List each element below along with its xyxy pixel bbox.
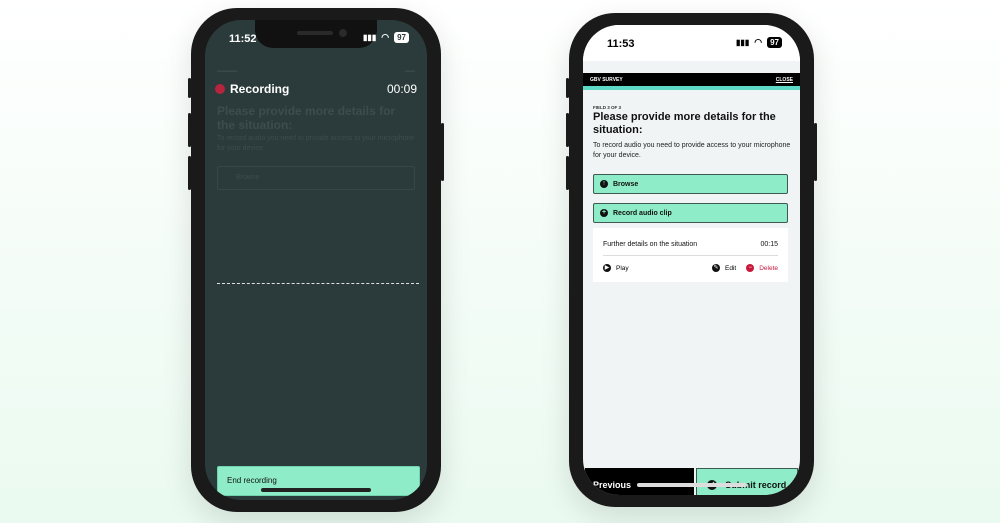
delete-icon: − bbox=[746, 264, 755, 272]
recording-header: Recording 00:09 bbox=[215, 82, 417, 96]
play-label: Play bbox=[616, 264, 629, 272]
mute-switch bbox=[188, 78, 191, 98]
battery-icon: 97 bbox=[394, 32, 409, 43]
bottom-nav: Previous ✓ Submit record bbox=[585, 468, 798, 495]
edit-button[interactable]: ✎ Edit bbox=[712, 264, 736, 272]
faded-browse-button: Browse bbox=[217, 166, 415, 190]
accent-bar bbox=[583, 86, 800, 90]
play-icon: ▶ bbox=[603, 264, 611, 272]
power-button bbox=[814, 123, 817, 181]
signal-icon: ▮▮▮ bbox=[363, 33, 377, 42]
browse-button[interactable]: ↑ Browse bbox=[593, 174, 788, 194]
waveform-line bbox=[217, 283, 419, 284]
browse-label: Browse bbox=[613, 180, 639, 188]
status-time: 11:53 bbox=[607, 38, 635, 50]
volume-down-button bbox=[566, 156, 569, 190]
volume-down-button bbox=[188, 156, 191, 190]
volume-up-button bbox=[566, 113, 569, 147]
question-body: To record audio you need to provide acce… bbox=[593, 142, 791, 159]
home-indicator bbox=[261, 488, 371, 492]
screen: 11:53 ▮▮▮ ◠ 97 GBV SURVEY CLOSE FIELD 3 … bbox=[583, 25, 800, 495]
phone-form: 11:53 ▮▮▮ ◠ 97 GBV SURVEY CLOSE FIELD 3 … bbox=[566, 13, 817, 507]
screen: 11:52 ▮▮▮ ◠ 97 ▬▬▬▬ ▬▬ Recording 00:09 Pl… bbox=[205, 20, 427, 500]
submit-record-button[interactable]: ✓ Submit record bbox=[695, 468, 798, 495]
battery-icon: 97 bbox=[767, 37, 782, 48]
clip-name: Further details on the situation bbox=[603, 241, 698, 248]
app-title: GBV SURVEY bbox=[590, 76, 623, 83]
upload-icon: ↑ bbox=[600, 180, 608, 188]
clip-duration: 00:15 bbox=[760, 241, 778, 248]
question-title: Please provide more details for the situ… bbox=[593, 111, 776, 136]
recording-title: Recording bbox=[230, 82, 290, 96]
edit-label: Edit bbox=[725, 264, 737, 272]
delete-label: Delete bbox=[759, 264, 778, 272]
previous-label: Previous bbox=[593, 479, 632, 490]
phone-recording: 11:52 ▮▮▮ ◠ 97 ▬▬▬▬ ▬▬ Recording 00:09 Pl… bbox=[188, 8, 444, 512]
divider bbox=[603, 255, 778, 256]
faded-app-bar: ▬▬▬▬ ▬▬ bbox=[217, 68, 415, 74]
record-dot-icon bbox=[215, 84, 225, 94]
home-indicator bbox=[636, 483, 747, 487]
delete-button[interactable]: − Delete bbox=[746, 264, 778, 272]
power-button bbox=[441, 123, 444, 181]
field-counter: FIELD 3 OF 3 bbox=[593, 105, 622, 110]
play-button[interactable]: ▶ Play bbox=[603, 264, 702, 272]
status-bar: 11:52 ▮▮▮ ◠ 97 bbox=[205, 20, 427, 54]
close-link[interactable]: CLOSE bbox=[776, 77, 793, 83]
mute-switch bbox=[566, 78, 569, 98]
edit-icon: ✎ bbox=[712, 264, 720, 272]
previous-button[interactable]: Previous bbox=[585, 468, 694, 495]
status-time: 11:52 bbox=[229, 33, 257, 45]
faded-body: To record audio you need to provide acce… bbox=[217, 135, 415, 152]
wifi-icon: ◠ bbox=[754, 37, 763, 47]
volume-up-button bbox=[188, 113, 191, 147]
recording-timer: 00:09 bbox=[386, 82, 417, 96]
faded-question: Please provide more details for the situ… bbox=[217, 104, 396, 132]
signal-icon: ▮▮▮ bbox=[736, 38, 750, 47]
record-audio-label: Record audio clip bbox=[613, 209, 672, 217]
record-audio-button[interactable]: + Record audio clip bbox=[593, 203, 788, 223]
wifi-icon: ◠ bbox=[381, 32, 390, 42]
plus-icon: + bbox=[600, 209, 608, 217]
app-bar: GBV SURVEY CLOSE bbox=[583, 73, 800, 86]
status-bar: 11:53 ▮▮▮ ◠ 97 bbox=[583, 25, 800, 61]
audio-clip-card: Further details on the situation 00:15 ▶… bbox=[593, 228, 788, 282]
